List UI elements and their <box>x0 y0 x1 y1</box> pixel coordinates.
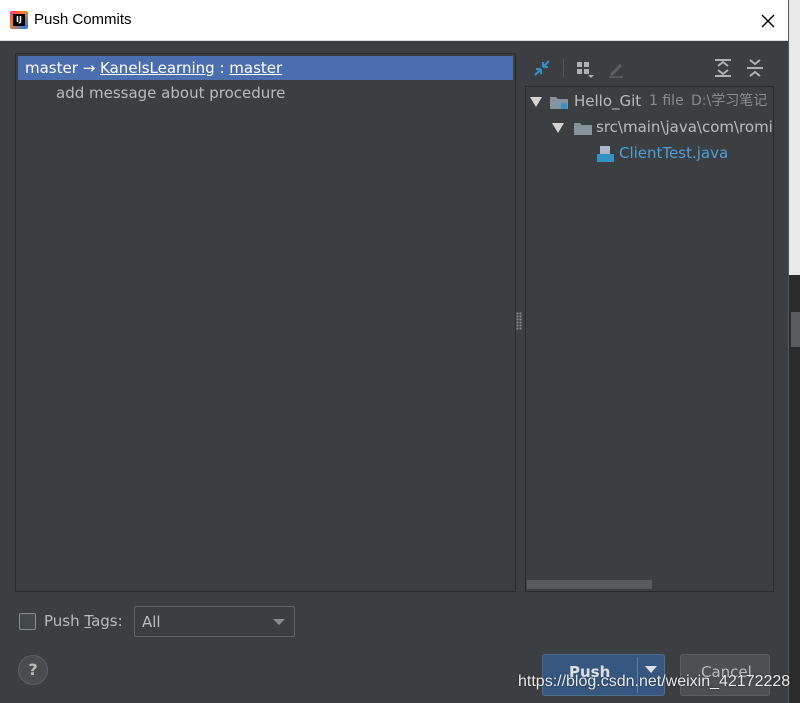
root-file-count: 1 file <box>649 93 684 109</box>
close-button[interactable] <box>750 5 784 35</box>
root-name: Hello_Git <box>574 92 642 110</box>
file-name: ClientTest.java <box>619 144 729 162</box>
splitter-handle[interactable] <box>516 312 522 330</box>
changes-tree-panel[interactable]: Hello_Git 1 file D:\学习笔记 src\main\java\c… <box>525 86 774 592</box>
close-icon <box>761 14 775 28</box>
collapse-changes-icon[interactable] <box>531 57 553 79</box>
expand-all-icon[interactable] <box>712 57 734 79</box>
java-class-file-icon <box>597 146 614 162</box>
edit-icon <box>605 57 627 79</box>
tree-node-folder[interactable]: src\main\java\com\romio <box>526 116 773 138</box>
branch-arrow: → <box>82 59 96 77</box>
remote-branch-link[interactable]: master <box>229 59 282 77</box>
collapse-all-icon[interactable] <box>744 57 766 79</box>
help-button[interactable]: ? <box>18 655 48 685</box>
group-by-icon[interactable] <box>573 57 595 79</box>
push-tags-checkbox[interactable] <box>19 613 36 630</box>
changes-toolbar <box>525 53 775 83</box>
commits-list-panel[interactable]: master → KanelsLearning : master add mes… <box>15 53 516 592</box>
window-title: Push Commits <box>34 11 132 28</box>
push-tags-label: Push Tags: <box>44 612 123 630</box>
chevron-down-icon <box>273 619 285 625</box>
folder-icon <box>574 123 592 135</box>
expand-arrow-icon[interactable] <box>552 123 564 133</box>
tree-node-file[interactable]: ClientTest.java <box>526 142 773 164</box>
push-tags-selected-value: All <box>142 613 161 631</box>
folder-name: src\main\java\com\romio <box>596 118 774 136</box>
commit-item[interactable]: add message about procedure <box>56 84 285 102</box>
horizontal-scrollbar[interactable] <box>527 580 652 589</box>
root-path: D:\学习笔记 <box>691 93 768 109</box>
remote-name-link[interactable]: KanelsLearning <box>100 59 215 77</box>
branch-row[interactable]: master → KanelsLearning : master <box>18 56 513 80</box>
push-tags-select[interactable]: All <box>134 606 295 637</box>
branch-separator: : <box>219 59 225 77</box>
push-dropdown-arrow-icon[interactable] <box>645 666 657 673</box>
watermark-text: https://blog.csdn.net/weixin_42172228 <box>518 673 791 690</box>
module-folder-icon <box>550 97 568 109</box>
local-branch: master <box>25 59 78 77</box>
expand-arrow-icon[interactable] <box>530 97 542 107</box>
tree-node-root[interactable]: Hello_Git 1 file D:\学习笔记 <box>526 90 773 112</box>
title-bar: IJ Push Commits <box>0 0 788 41</box>
background-window-edge <box>788 0 800 703</box>
intellij-logo-icon: IJ <box>10 11 28 29</box>
